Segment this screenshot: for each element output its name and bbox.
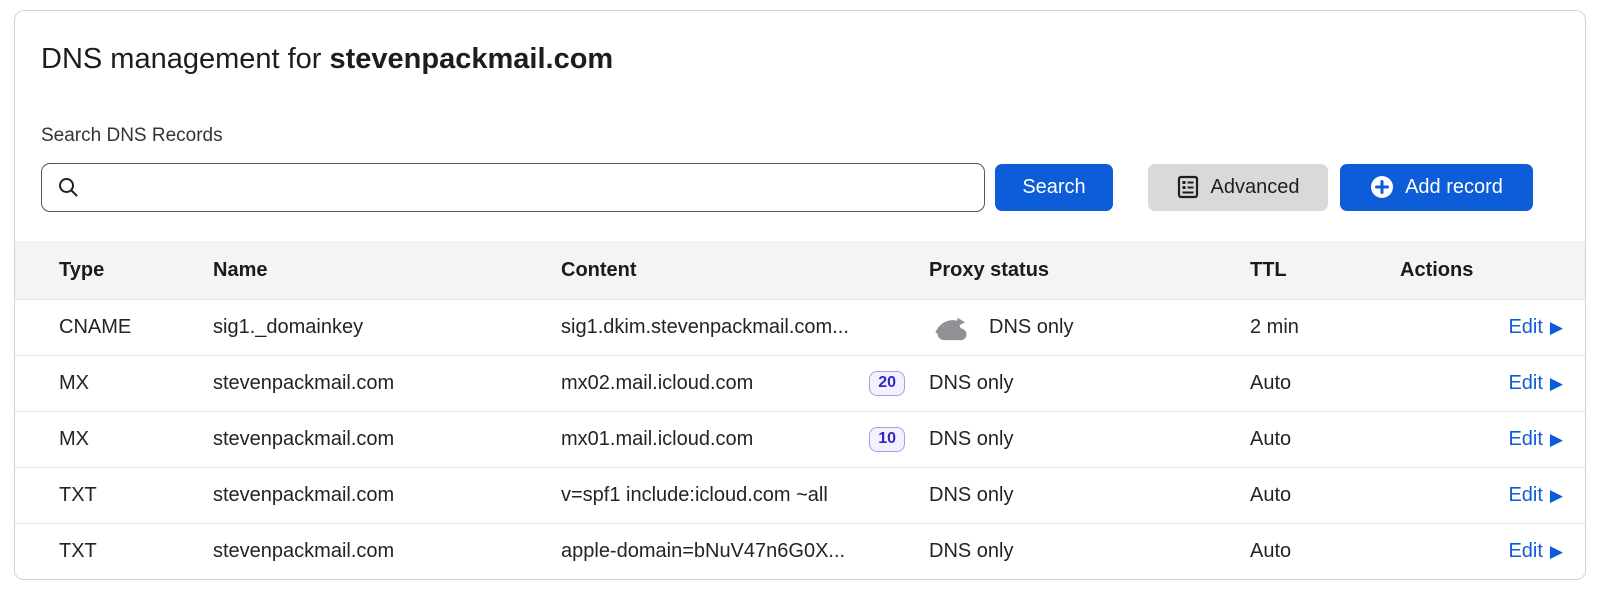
- edit-arrow-icon: ▶: [1550, 431, 1563, 448]
- record-name: stevenpackmail.com: [213, 540, 561, 563]
- table-row: TXT stevenpackmail.com v=spf1 include:ic…: [15, 467, 1585, 523]
- record-type: TXT: [15, 540, 213, 563]
- record-ttl: Auto: [1250, 540, 1400, 563]
- header-ttl: TTL: [1250, 259, 1400, 282]
- edit-link[interactable]: Edit ▶: [1508, 484, 1563, 507]
- search-input-wrapper[interactable]: [41, 163, 985, 212]
- advanced-list-icon: [1177, 175, 1199, 199]
- dns-management-card: DNS management for stevenpackmail.com Se…: [14, 10, 1586, 580]
- page-title: DNS management for stevenpackmail.com: [41, 41, 1585, 77]
- header-actions: Actions: [1400, 259, 1585, 282]
- table-row: CNAME sig1._domainkey sig1.dkim.stevenpa…: [15, 299, 1585, 355]
- record-content: apple-domain=bNuV47n6G0X...: [561, 540, 845, 563]
- edit-link[interactable]: Edit ▶: [1508, 316, 1563, 339]
- proxy-status-text: DNS only: [929, 372, 1013, 395]
- record-type: CNAME: [15, 316, 213, 339]
- record-type: TXT: [15, 484, 213, 507]
- domain-name: stevenpackmail.com: [330, 43, 614, 75]
- search-label: Search DNS Records: [41, 125, 1585, 147]
- edit-arrow-icon: ▶: [1550, 543, 1563, 560]
- priority-badge: 10: [869, 427, 905, 452]
- edit-label: Edit: [1508, 540, 1542, 563]
- record-ttl: Auto: [1250, 484, 1400, 507]
- table-row: MX stevenpackmail.com mx01.mail.icloud.c…: [15, 411, 1585, 467]
- record-ttl: Auto: [1250, 428, 1400, 451]
- edit-label: Edit: [1508, 316, 1542, 339]
- proxy-status-text: DNS only: [989, 316, 1073, 339]
- edit-label: Edit: [1508, 484, 1542, 507]
- edit-link[interactable]: Edit ▶: [1508, 540, 1563, 563]
- edit-label: Edit: [1508, 372, 1542, 395]
- edit-link[interactable]: Edit ▶: [1508, 428, 1563, 451]
- table-row: MX stevenpackmail.com mx02.mail.icloud.c…: [15, 355, 1585, 411]
- record-name: stevenpackmail.com: [213, 428, 561, 451]
- header-type: Type: [15, 259, 213, 282]
- priority-badge: 20: [869, 371, 905, 396]
- record-name: stevenpackmail.com: [213, 484, 561, 507]
- edit-arrow-icon: ▶: [1550, 375, 1563, 392]
- advanced-button[interactable]: Advanced: [1148, 164, 1328, 211]
- record-content: v=spf1 include:icloud.com ~all: [561, 484, 828, 507]
- record-ttl: 2 min: [1250, 316, 1400, 339]
- table-row: TXT stevenpackmail.com apple-domain=bNuV…: [15, 523, 1585, 579]
- proxy-status-text: DNS only: [929, 428, 1013, 451]
- header-proxy-status: Proxy status: [929, 259, 1250, 282]
- edit-link[interactable]: Edit ▶: [1508, 372, 1563, 395]
- plus-circle-icon: [1370, 175, 1394, 199]
- header-content: Content: [561, 259, 929, 282]
- record-content: mx01.mail.icloud.com: [561, 428, 753, 451]
- edit-arrow-icon: ▶: [1550, 319, 1563, 336]
- page-title-prefix: DNS management for: [41, 43, 330, 75]
- edit-label: Edit: [1508, 428, 1542, 451]
- header-name: Name: [213, 259, 561, 282]
- search-input[interactable]: [89, 175, 970, 199]
- controls-row: Search Advanced Add record: [41, 162, 1559, 212]
- add-record-button-label: Add record: [1405, 177, 1503, 197]
- record-ttl: Auto: [1250, 372, 1400, 395]
- record-type: MX: [15, 428, 213, 451]
- record-content: sig1.dkim.stevenpackmail.com...: [561, 316, 849, 339]
- record-type: MX: [15, 372, 213, 395]
- dns-only-cloud-icon: [929, 314, 975, 342]
- search-button[interactable]: Search: [995, 164, 1113, 211]
- table-header-row: Type Name Content Proxy status TTL Actio…: [15, 241, 1585, 299]
- edit-arrow-icon: ▶: [1550, 487, 1563, 504]
- record-name: stevenpackmail.com: [213, 372, 561, 395]
- proxy-status-text: DNS only: [929, 540, 1013, 563]
- table-body: CNAME sig1._domainkey sig1.dkim.stevenpa…: [15, 299, 1585, 579]
- search-icon: [57, 176, 79, 198]
- dns-records-table: Type Name Content Proxy status TTL Actio…: [15, 241, 1585, 579]
- proxy-status-text: DNS only: [929, 484, 1013, 507]
- record-content: mx02.mail.icloud.com: [561, 372, 753, 395]
- advanced-button-label: Advanced: [1211, 177, 1300, 197]
- record-name: sig1._domainkey: [213, 316, 561, 339]
- add-record-button[interactable]: Add record: [1340, 164, 1533, 211]
